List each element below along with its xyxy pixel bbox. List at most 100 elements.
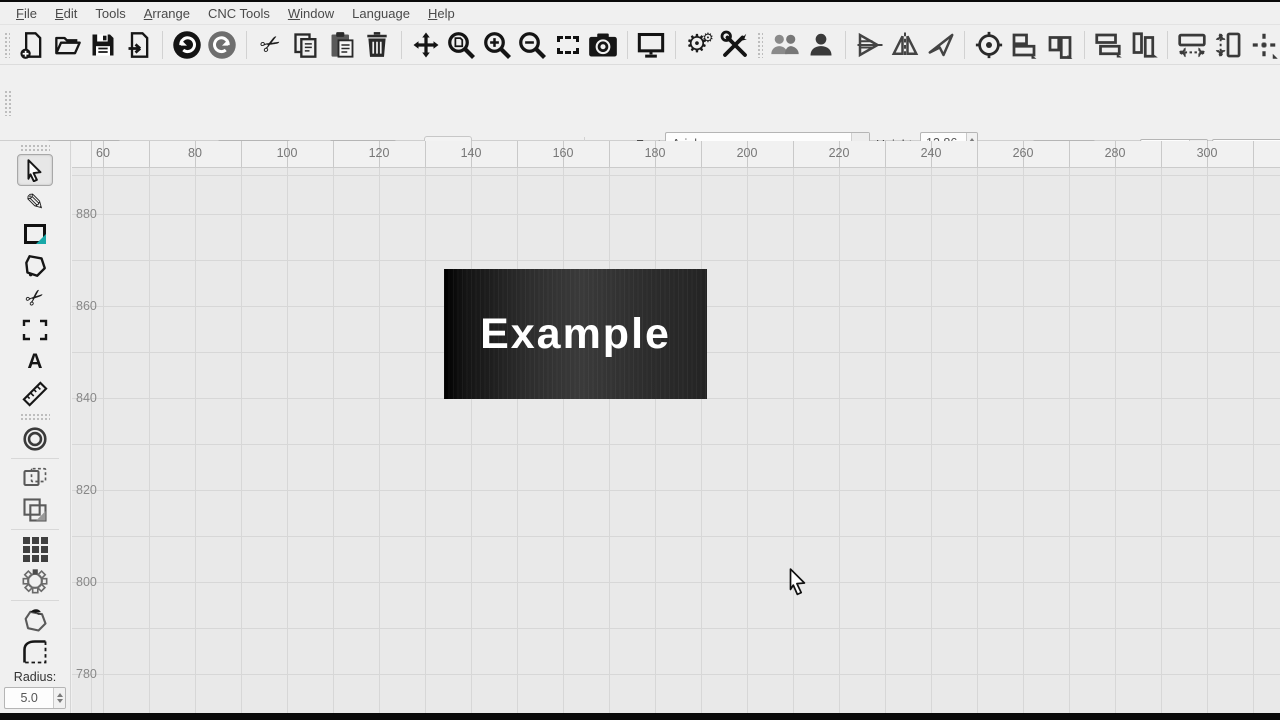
grid-array-icon [22, 536, 48, 562]
pointer-icon [27, 159, 42, 182]
save-file-button[interactable] [87, 29, 118, 61]
new-file-button[interactable] [16, 29, 47, 61]
rectangle-tool-button[interactable] [17, 218, 53, 250]
circular-array-tool-button[interactable] [17, 565, 53, 597]
ruler-top-label: 140 [460, 146, 482, 160]
radius-field-wrap [4, 687, 66, 709]
menu-item-window[interactable]: Window [280, 4, 342, 23]
grid-array-tool-button[interactable] [17, 533, 53, 565]
zoom-in-button[interactable] [481, 29, 512, 61]
radius-input[interactable] [5, 688, 54, 708]
resize-horizontal-button[interactable] [1176, 29, 1208, 61]
menu-bar: File Edit Tools Arrange CNC Tools Window Langu… [0, 2, 1280, 24]
palette-grip[interactable] [20, 144, 50, 152]
delete-button[interactable] [362, 29, 393, 61]
mirror-vertical-button[interactable] [889, 29, 920, 61]
zoom-fit-button[interactable] [445, 29, 476, 61]
boolean-tool-button[interactable] [17, 494, 53, 526]
tool-palette: ✎ ✂ A Radius: [0, 141, 71, 713]
copy-button[interactable] [291, 29, 322, 61]
menu-item-arrange[interactable]: Arrange [136, 4, 198, 23]
settings-button[interactable]: ⚙ ⚙ [684, 29, 715, 61]
user-button[interactable] [805, 29, 836, 61]
polygon-icon [25, 255, 46, 277]
toolbar-separator [162, 30, 164, 59]
menu-item-help[interactable]: Help [420, 4, 463, 23]
distribute-horizontal-button[interactable] [1093, 29, 1124, 61]
distribute-vertical-button[interactable] [1128, 29, 1159, 61]
menu-item-tools[interactable]: Tools [87, 4, 133, 23]
close-path-tool-button[interactable] [17, 604, 53, 636]
undo-button[interactable] [171, 29, 202, 61]
cut-path-tool-button[interactable]: ✂ [17, 282, 53, 314]
toolbar-separator [1167, 30, 1169, 59]
palette-separator [11, 529, 59, 530]
ruler-top-label: 180 [644, 146, 666, 160]
text-tool-button[interactable]: A [17, 346, 53, 378]
design-object[interactable]: Example [444, 269, 707, 399]
ruler-left-label: 840 [76, 391, 97, 405]
toolbar-grip[interactable] [757, 31, 764, 58]
measure-tool-button[interactable] [17, 378, 53, 410]
skew-button[interactable] [925, 29, 956, 61]
duplicate-icon [23, 467, 47, 487]
polygon-tool-button[interactable] [17, 250, 53, 282]
concentric-circles-icon [23, 427, 47, 451]
draw-pencil-tool-button[interactable]: ✎ [17, 186, 53, 218]
menu-item-file[interactable]: File [8, 4, 45, 23]
toolbar-separator [675, 30, 677, 59]
ruler-top-label: 260 [1012, 146, 1034, 160]
ruler-left-label: 780 [76, 667, 97, 681]
menu-item-edit[interactable]: Edit [47, 4, 85, 23]
radius-spinner[interactable] [53, 688, 65, 708]
align-objects-vertical-button[interactable] [1044, 29, 1075, 61]
marquee-tool-button[interactable] [17, 314, 53, 346]
rectangle-icon [24, 224, 46, 244]
position-crosshair-button[interactable] [1248, 29, 1279, 61]
ruler-top-label: 60 [96, 146, 110, 160]
fillet-tool-button[interactable] [17, 636, 53, 668]
design-canvas[interactable]: Example 880 860 840 820 800 780 [72, 168, 1280, 713]
cut-button[interactable]: ✂ [255, 27, 286, 60]
palette-grip[interactable] [20, 413, 50, 421]
ruler-top-label: 280 [1104, 146, 1126, 160]
users-group-button[interactable] [769, 29, 801, 61]
circle-tool-button[interactable] [17, 423, 53, 455]
preview-monitor-button[interactable] [636, 29, 667, 61]
resize-vertical-button[interactable] [1212, 29, 1244, 61]
paste-button[interactable] [326, 29, 357, 61]
ruler-top-label: 100 [276, 146, 298, 160]
toolbar-separator [401, 30, 402, 59]
zoom-selection-button[interactable] [552, 29, 583, 61]
ruler-icon [22, 381, 48, 407]
ruler-top-label: 300 [1196, 146, 1218, 160]
export-file-button[interactable] [123, 29, 154, 61]
open-file-button[interactable] [52, 29, 83, 61]
mirror-horizontal-button[interactable] [854, 29, 885, 61]
toolbar-separator [626, 30, 628, 59]
select-tool-button[interactable] [17, 154, 53, 186]
redo-button[interactable] [207, 29, 238, 61]
small-gear-icon: ⚙ [702, 30, 714, 45]
ruler-left-label: 860 [76, 299, 97, 313]
toolbar-grip[interactable] [4, 90, 11, 116]
ruler-left-label: 880 [76, 207, 97, 221]
scissors-icon: ✂ [19, 282, 50, 314]
machine-tools-button[interactable] [720, 29, 751, 61]
align-objects-horizontal-button[interactable] [1009, 29, 1040, 61]
toolbar-separator [1083, 30, 1085, 59]
menu-item-language[interactable]: Language [344, 4, 418, 23]
zoom-out-button[interactable] [516, 29, 547, 61]
toolbar-separator [844, 30, 846, 59]
menu-item-cnc-tools[interactable]: CNC Tools [200, 4, 278, 23]
duplicate-tool-button[interactable] [17, 462, 53, 494]
horizontal-ruler: 60 80 100 120 140 160 180 200 220 240 260 280 300 [72, 141, 1280, 168]
toolbar-grip[interactable] [4, 31, 11, 58]
fillet-icon [23, 640, 47, 664]
snapshot-button[interactable] [587, 29, 618, 61]
window-bottom-border [0, 713, 1280, 720]
design-object-text: Example [480, 309, 671, 358]
pan-move-button[interactable] [410, 29, 441, 61]
close-path-icon [24, 609, 47, 632]
center-position-button[interactable] [973, 29, 1004, 61]
